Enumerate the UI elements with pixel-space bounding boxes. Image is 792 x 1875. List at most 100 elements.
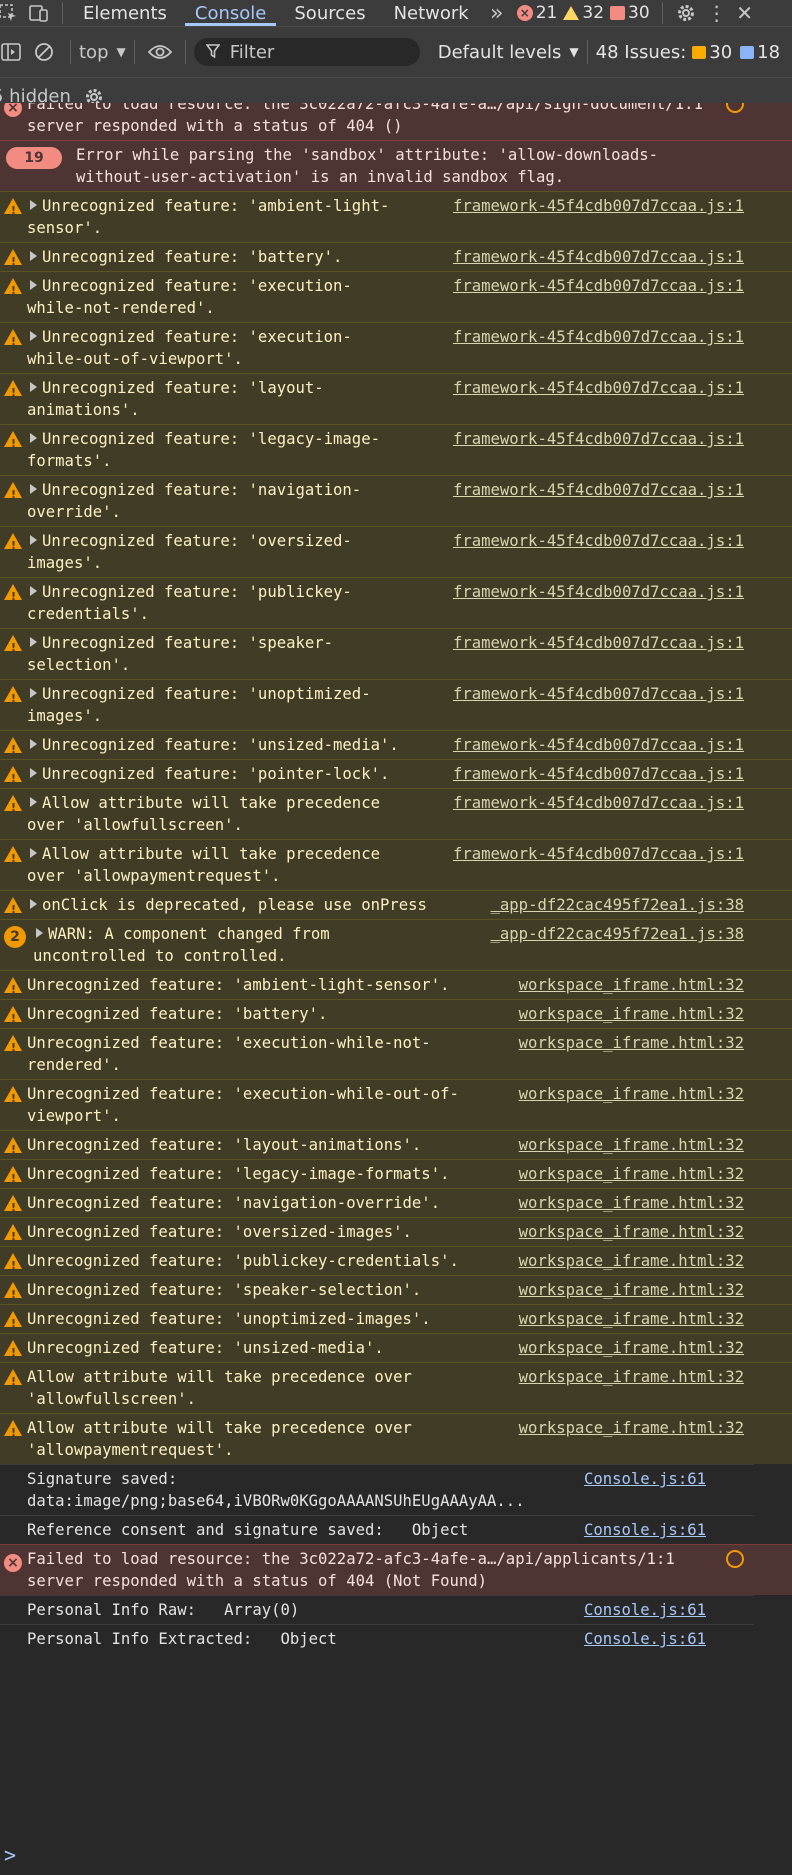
expand-arrow-icon[interactable] (30, 484, 37, 494)
expand-arrow-icon[interactable] (30, 797, 37, 807)
source-link[interactable]: framework-45f4cdb007d7ccaa.js:1 (453, 428, 744, 450)
console-message[interactable]: Unrecognized feature: 'unoptimized-image… (0, 1304, 792, 1335)
close-icon[interactable]: ✕ (731, 0, 759, 26)
source-link[interactable]: workspace_iframe.html:32 (519, 1417, 744, 1439)
source-link[interactable]: workspace_iframe.html:32 (519, 1337, 744, 1359)
inspect-element-icon[interactable] (0, 0, 22, 26)
source-link[interactable]: _app-df22cac495f72ea1.js:38 (491, 923, 744, 945)
network-request-icon[interactable] (726, 1550, 744, 1568)
warning-count[interactable]: 32 (563, 3, 604, 23)
console-message[interactable]: onClick is deprecated, please use onPres… (0, 890, 792, 921)
console-message[interactable]: Allow attribute will take precedence ove… (0, 1413, 792, 1464)
console-message[interactable]: Allow attribute will take precedence ove… (0, 788, 792, 839)
source-link[interactable]: Console.js:61 (584, 1628, 706, 1650)
source-link[interactable]: workspace_iframe.html:32 (519, 1308, 744, 1330)
console-message[interactable]: Unrecognized feature: 'oversized- images… (0, 526, 792, 577)
gear-icon[interactable] (669, 0, 703, 26)
source-link[interactable]: workspace_iframe.html:32 (519, 1003, 744, 1025)
source-link[interactable]: framework-45f4cdb007d7ccaa.js:1 (453, 734, 744, 756)
sidebar-toggle-icon[interactable] (0, 43, 26, 61)
console-message[interactable]: × Failed to load resource: the 3c022a72-a… (0, 103, 792, 140)
console-message[interactable]: Unrecognized feature: 'legacy-image- for… (0, 424, 792, 475)
console-message[interactable]: Unrecognized feature: 'unoptimized- imag… (0, 679, 792, 730)
console-message[interactable]: 19 Error while parsing the 'sandbox' attr… (0, 140, 792, 191)
source-link[interactable]: workspace_iframe.html:32 (519, 1192, 744, 1214)
console-message[interactable]: Unrecognized feature: 'battery'. workspac… (0, 999, 792, 1030)
source-link[interactable]: framework-45f4cdb007d7ccaa.js:1 (453, 326, 744, 348)
source-link[interactable]: framework-45f4cdb007d7ccaa.js:1 (453, 792, 744, 814)
error-count[interactable]: × 21 (516, 3, 557, 23)
source-link[interactable]: framework-45f4cdb007d7ccaa.js:1 (453, 479, 744, 501)
source-link[interactable]: framework-45f4cdb007d7ccaa.js:1 (453, 246, 744, 268)
source-link[interactable]: framework-45f4cdb007d7ccaa.js:1 (453, 843, 744, 865)
console-message[interactable]: Unrecognized feature: 'legacy-image-form… (0, 1159, 792, 1190)
expand-arrow-icon[interactable] (30, 433, 37, 443)
console-message[interactable]: Unrecognized feature: 'publickey- creden… (0, 577, 792, 628)
source-link[interactable]: framework-45f4cdb007d7ccaa.js:1 (453, 377, 744, 399)
expand-arrow-icon[interactable] (30, 899, 37, 909)
console-message[interactable]: × Failed to load resource: the 3c022a72-a… (0, 1544, 792, 1595)
console-message[interactable]: Personal Info Extracted: Object Console.j… (0, 1624, 754, 1653)
console-message[interactable]: Unrecognized feature: 'speaker- selectio… (0, 628, 792, 679)
source-link[interactable]: workspace_iframe.html:32 (519, 1032, 744, 1054)
console-message[interactable]: Allow attribute will take precedence ove… (0, 1362, 792, 1413)
source-link[interactable]: framework-45f4cdb007d7ccaa.js:1 (453, 683, 744, 705)
console-message[interactable]: Unrecognized feature: 'navigation-overri… (0, 1188, 792, 1219)
expand-arrow-icon[interactable] (30, 637, 37, 647)
source-link[interactable]: workspace_iframe.html:32 (519, 1083, 744, 1105)
source-link[interactable]: workspace_iframe.html:32 (519, 1163, 744, 1185)
filter-input[interactable]: Filter (193, 38, 420, 66)
console-message[interactable]: Unrecognized feature: 'execution-while-o… (0, 1079, 792, 1130)
expand-arrow-icon[interactable] (30, 688, 37, 698)
clear-console-icon[interactable] (26, 42, 62, 62)
levels-dropdown[interactable]: Default levels ▼ (438, 42, 579, 63)
console-message[interactable]: Unrecognized feature: 'navigation- overr… (0, 475, 792, 526)
console-message[interactable]: Unrecognized feature: 'execution-while-n… (0, 1028, 792, 1079)
tab-elements[interactable]: Elements (69, 0, 181, 26)
source-link[interactable]: Console.js:61 (584, 1468, 706, 1490)
console-message[interactable]: Allow attribute will take precedence ove… (0, 839, 792, 890)
more-options-icon[interactable]: ⋮ (703, 0, 731, 26)
console-message[interactable]: Unrecognized feature: 'publickey-credent… (0, 1246, 792, 1277)
console-message[interactable]: Unrecognized feature: 'oversized-images'… (0, 1217, 792, 1248)
issues-button[interactable]: 48 Issues: 30 18 (596, 42, 780, 63)
info-count[interactable]: 30 (610, 3, 650, 23)
network-request-icon[interactable] (726, 103, 744, 113)
more-tabs-icon[interactable]: » (483, 0, 511, 26)
expand-arrow-icon[interactable] (36, 928, 43, 938)
console-message[interactable]: Unrecognized feature: 'ambient-light- se… (0, 191, 792, 242)
console-message[interactable]: Unrecognized feature: 'unsized-media'. fr… (0, 730, 792, 761)
source-link[interactable]: workspace_iframe.html:32 (519, 1221, 744, 1243)
expand-arrow-icon[interactable] (30, 331, 37, 341)
expand-arrow-icon[interactable] (30, 251, 37, 261)
source-link[interactable]: workspace_iframe.html:32 (519, 1250, 744, 1272)
context-selector[interactable]: top ▼ (79, 42, 126, 63)
source-link[interactable]: Console.js:61 (584, 1599, 706, 1621)
expand-arrow-icon[interactable] (30, 848, 37, 858)
expand-arrow-icon[interactable] (30, 535, 37, 545)
source-link[interactable]: framework-45f4cdb007d7ccaa.js:1 (453, 763, 744, 785)
source-link[interactable]: workspace_iframe.html:32 (519, 1279, 744, 1301)
console-message[interactable]: Unrecognized feature: 'layout- animation… (0, 373, 792, 424)
source-link[interactable]: framework-45f4cdb007d7ccaa.js:1 (453, 632, 744, 654)
source-link[interactable]: workspace_iframe.html:32 (519, 974, 744, 996)
console-message[interactable]: Unrecognized feature: 'execution- while-… (0, 322, 792, 373)
expand-arrow-icon[interactable] (30, 382, 37, 392)
expand-arrow-icon[interactable] (30, 280, 37, 290)
source-link[interactable]: workspace_iframe.html:32 (519, 1134, 744, 1156)
expand-arrow-icon[interactable] (30, 586, 37, 596)
expand-arrow-icon[interactable] (30, 768, 37, 778)
console-message[interactable]: Signature saved: data:image/png;base64,i… (0, 1464, 754, 1515)
source-link[interactable]: framework-45f4cdb007d7ccaa.js:1 (453, 530, 744, 552)
source-link[interactable]: framework-45f4cdb007d7ccaa.js:1 (453, 195, 744, 217)
console-message[interactable]: Personal Info Raw: Array(0) Console.js:61 (0, 1595, 754, 1624)
console-message[interactable]: Unrecognized feature: 'battery'. framewor… (0, 242, 792, 273)
console-prompt[interactable]: > (4, 1843, 16, 1867)
tab-console[interactable]: Console (181, 0, 280, 26)
console-message[interactable]: Unrecognized feature: 'execution- while-… (0, 271, 792, 322)
console-message[interactable]: 2 WARN: A component changed from uncontro… (0, 919, 792, 970)
source-link[interactable]: Console.js:61 (584, 1519, 706, 1541)
console-message[interactable]: Unrecognized feature: 'layout-animations… (0, 1130, 792, 1161)
console-message[interactable]: Unrecognized feature: 'ambient-light-sen… (0, 970, 792, 1001)
console-message[interactable]: Unrecognized feature: 'unsized-media'. wo… (0, 1333, 792, 1364)
